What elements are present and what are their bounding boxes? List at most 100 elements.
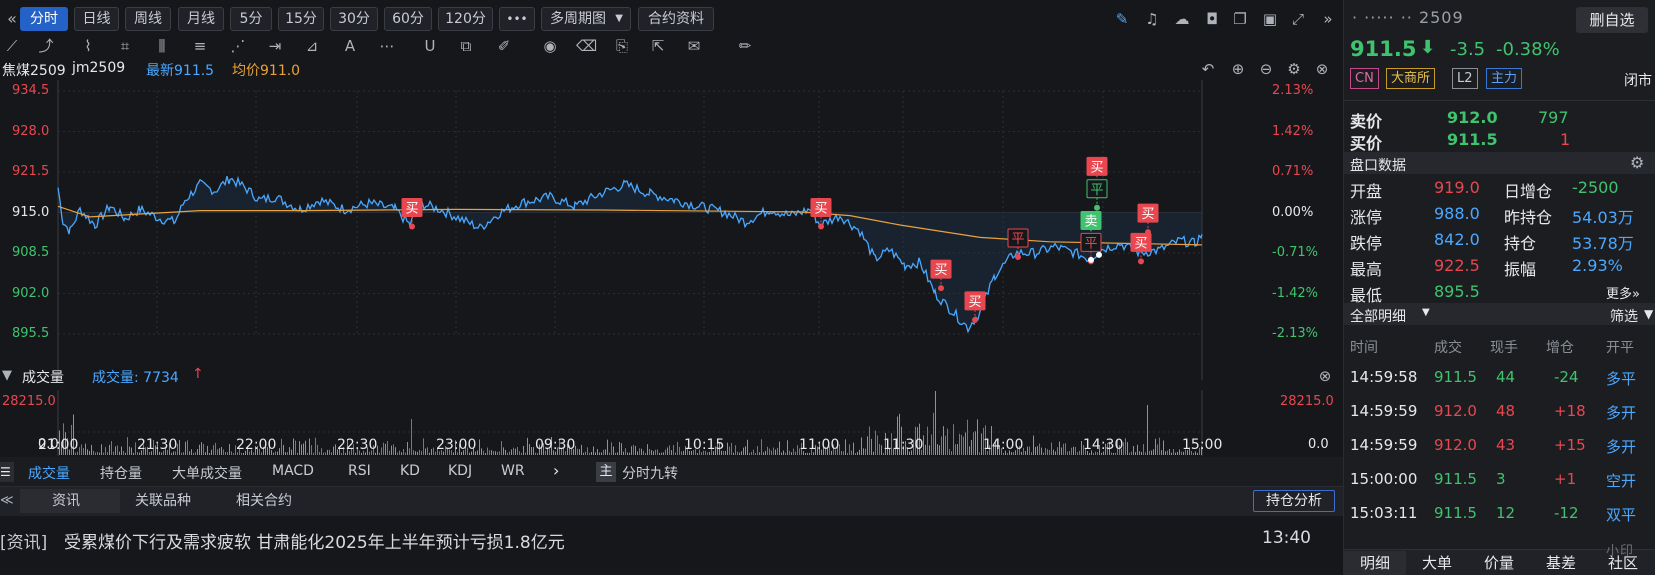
chevron-down-icon[interactable]: ▼ [1422, 307, 1430, 318]
stat-l1: 跌停 [1350, 234, 1383, 253]
volume-bar [535, 452, 536, 455]
bottom-tab[interactable]: 大单 [1406, 551, 1468, 575]
tab-monthly[interactable]: 月线 [178, 7, 224, 31]
tab-weekly[interactable]: 周线 [125, 7, 171, 31]
fib-tool-icon[interactable]: ≡ [190, 36, 210, 56]
bottom-tab[interactable]: 基差 [1530, 551, 1592, 575]
cloud-icon[interactable]: ☁ [1172, 9, 1192, 29]
time-axis-tick: 15:00 [1182, 437, 1223, 453]
contract-info-button[interactable]: 合约资料 [638, 7, 714, 31]
volume-bar [469, 452, 470, 455]
multi-period-dropdown[interactable]: 多周期图 ▼ [541, 7, 631, 31]
measure-tool-icon[interactable]: ⇥ [265, 36, 285, 56]
volume-chart[interactable] [0, 390, 1343, 456]
collapse-volume-icon[interactable]: ▼ [2, 368, 12, 383]
close-chart-icon[interactable]: ⊗ [1312, 59, 1332, 79]
tab-30min[interactable]: 30分 [330, 7, 378, 31]
bottom-tab[interactable]: 明细 [1344, 551, 1406, 575]
volume-bar [781, 452, 782, 455]
volume-bar [1141, 451, 1142, 455]
indicator-tab-kd[interactable]: KD [400, 463, 420, 479]
volume-bar [937, 444, 938, 455]
volume-bar [649, 448, 650, 455]
volume-bar [525, 452, 526, 455]
settings-icon[interactable]: ⚙ [1630, 153, 1644, 172]
fan-tool-icon[interactable]: ⋰ [228, 36, 248, 56]
tab-15min[interactable]: 15分 [278, 7, 324, 31]
chevron-right-icon[interactable]: › [553, 461, 559, 480]
remove-watchlist-button[interactable]: 删自选 [1576, 7, 1648, 33]
export-icon[interactable]: ⇱ [648, 36, 668, 56]
comment-icon[interactable]: ✉ [684, 36, 704, 56]
more-tools-icon[interactable]: ⋯ [377, 36, 397, 56]
group-icon[interactable]: ⧉ [456, 36, 476, 56]
indicator-tab-macd[interactable]: MACD [272, 463, 314, 479]
collapse-left-icon[interactable]: « [2, 9, 22, 29]
indicator-tab-nine-turn[interactable]: 分时九转 [622, 463, 678, 483]
volume-bar [327, 449, 328, 455]
filter-icon[interactable]: ▼ [1644, 307, 1653, 321]
volume-bar [401, 452, 402, 455]
gann-tool-icon[interactable]: ⊿ [302, 36, 322, 56]
bottom-tab[interactable]: 价量 [1468, 551, 1530, 575]
tab-60min[interactable]: 60分 [384, 7, 432, 31]
screen-icon[interactable]: ▣ [1260, 9, 1280, 29]
news-tab-related[interactable]: 关联品种 [135, 489, 191, 513]
indicator-tab-kdj[interactable]: KDJ [448, 463, 472, 479]
volume-title: 成交量 [22, 370, 64, 386]
bell-icon[interactable]: ♫ [1142, 9, 1162, 29]
more-periods-button[interactable]: ••• [499, 7, 535, 31]
channel-tool-icon[interactable]: ⫼ [152, 36, 172, 56]
camera-icon[interactable]: ◘ [1202, 9, 1222, 29]
tab-daily[interactable]: 日线 [74, 7, 119, 31]
indicator-menu-icon[interactable]: ☰ [0, 462, 14, 482]
eraser-icon[interactable]: ✐ [494, 36, 514, 56]
collapse-news-icon[interactable]: ≪ [0, 493, 14, 508]
tab-120min[interactable]: 120分 [438, 7, 493, 31]
zoom-in-icon[interactable]: ⊕ [1228, 59, 1248, 79]
divider [1344, 100, 1655, 101]
ruler-icon[interactable]: ✏ [735, 36, 755, 56]
more-link[interactable]: 更多» [1606, 283, 1640, 302]
copy-icon[interactable]: ❐ [1230, 9, 1250, 29]
magnet-icon[interactable]: U [420, 36, 440, 56]
detail-title[interactable]: 全部明细 [1350, 306, 1406, 326]
eye-icon[interactable]: ◉ [540, 36, 560, 56]
volume-bar [133, 452, 134, 455]
settings-icon[interactable]: ⚙ [1284, 59, 1304, 79]
tab-timeshare[interactable]: 分时 [20, 7, 68, 31]
pen-icon[interactable]: ✎ [1112, 9, 1132, 29]
indicator-tab-bigorder[interactable]: 大单成交量 [172, 463, 242, 483]
volume-bar [103, 452, 104, 455]
news-tab-contracts[interactable]: 相关合约 [236, 489, 292, 513]
segment-tool-icon[interactable]: ⤴ [36, 36, 56, 56]
news-headline[interactable]: 受累煤价下行及需求疲软 甘肃能化2025年上半年预计亏损1.8亿元 [64, 528, 565, 553]
undo-icon[interactable]: ↶ [1198, 59, 1218, 79]
fullscreen-icon[interactable]: ⤢ [1288, 9, 1308, 29]
rect-tool-icon[interactable]: ⌗ [115, 36, 135, 56]
arrow-up-icon: ↑ [192, 366, 204, 382]
position-analysis-button[interactable]: 持仓分析 [1253, 490, 1335, 512]
indicator-tab-volume[interactable]: 成交量 [28, 463, 70, 483]
close-volume-icon[interactable]: ⊗ [1315, 366, 1335, 386]
volume-bar [739, 452, 740, 455]
volume-bar [389, 450, 390, 455]
expand-right-icon[interactable]: » [1318, 9, 1338, 29]
volume-bar [877, 435, 878, 455]
text-tool-icon[interactable]: A [340, 36, 360, 56]
trash-icon[interactable]: ⌫ [576, 36, 597, 56]
volume-bar [433, 447, 434, 455]
indicator-tab-rsi[interactable]: RSI [348, 463, 371, 479]
line-tool-icon[interactable]: ⟋ [2, 36, 22, 56]
volume-bar [855, 452, 856, 455]
volume-bar [603, 449, 604, 455]
zoom-out-icon[interactable]: ⊖ [1256, 59, 1276, 79]
news-tab-info[interactable]: 资讯 [52, 489, 80, 513]
polyline-tool-icon[interactable]: ⌇ [78, 36, 98, 56]
indicator-tab-oi[interactable]: 持仓量 [100, 463, 142, 483]
save-icon[interactable]: ⎘ [612, 36, 632, 56]
tab-5min[interactable]: 5分 [230, 7, 272, 31]
price-chart[interactable]: 买买买买买平平卖平 买买 [0, 80, 1343, 380]
filter-label[interactable]: 筛选 [1610, 306, 1638, 326]
indicator-tab-wr[interactable]: WR [501, 463, 525, 479]
